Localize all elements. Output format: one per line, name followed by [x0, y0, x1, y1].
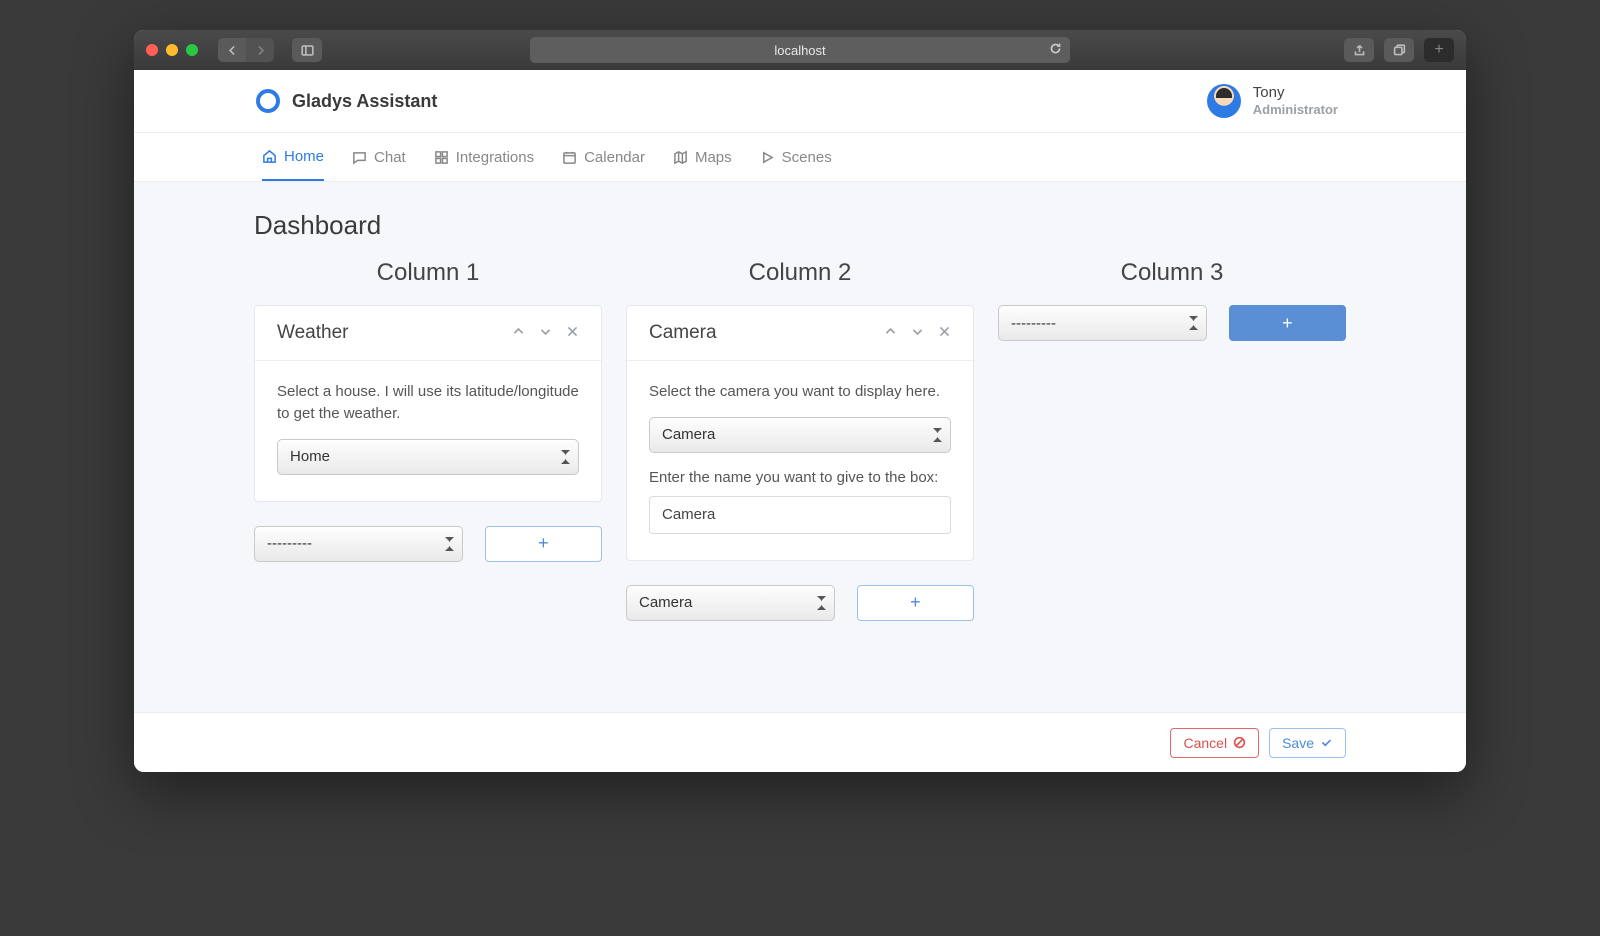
column-2-widget-type-select[interactable]: Camera [626, 585, 835, 621]
browser-url-text: localhost [774, 43, 825, 58]
nav-scenes[interactable]: Scenes [760, 133, 832, 181]
weather-card-title: Weather [277, 322, 348, 344]
column-1-add-button[interactable]: + [485, 526, 602, 562]
nav-home[interactable]: Home [262, 133, 324, 181]
nav-calendar[interactable]: Calendar [562, 133, 645, 181]
tabs-button[interactable] [1384, 38, 1414, 62]
browser-sidebar-toggle[interactable] [292, 38, 322, 62]
check-icon [1320, 736, 1333, 749]
main-nav: Home Chat Integrations Calendar Maps Sce… [234, 133, 1366, 181]
window-maximize-button[interactable] [186, 44, 198, 56]
browser-window: localhost + Gladys Assistant Tony Adm [134, 30, 1466, 772]
home-icon [262, 149, 277, 164]
close-icon[interactable] [938, 325, 951, 341]
browser-forward-button[interactable] [246, 38, 274, 62]
dashboard-column-1: Column 1 Weather Select a house. I will … [254, 259, 602, 621]
window-controls [146, 44, 198, 56]
page-title: Dashboard [254, 210, 1346, 241]
weather-house-select[interactable]: Home [277, 439, 579, 475]
user-name: Tony [1253, 85, 1338, 102]
browser-url-bar[interactable]: localhost [530, 37, 1070, 63]
cancel-icon [1233, 736, 1246, 749]
move-up-icon[interactable] [884, 325, 897, 341]
column-2-title: Column 2 [626, 259, 974, 287]
page-body: Dashboard Column 1 Weather Select [134, 182, 1466, 712]
save-button[interactable]: Save [1269, 728, 1346, 758]
column-2-add-button[interactable]: + [857, 585, 974, 621]
column-1-widget-type-select[interactable]: --------- [254, 526, 463, 562]
move-up-icon[interactable] [512, 325, 525, 341]
grid-icon [434, 150, 449, 165]
camera-name-label: Enter the name you want to give to the b… [649, 469, 951, 486]
column-3-widget-type-select[interactable]: --------- [998, 305, 1207, 341]
weather-card: Weather Select a house. I will use its l… [254, 305, 602, 502]
chat-icon [352, 150, 367, 165]
dashboard-column-2: Column 2 Camera Select the camera you wa… [626, 259, 974, 621]
nav-integrations[interactable]: Integrations [434, 133, 534, 181]
play-icon [760, 150, 775, 165]
app-logo-icon [256, 89, 280, 113]
column-1-title: Column 1 [254, 259, 602, 287]
reload-icon[interactable] [1049, 42, 1062, 58]
column-3-add-button[interactable]: + [1229, 305, 1346, 341]
camera-help-text: Select the camera you want to display he… [649, 381, 951, 403]
camera-card-title: Camera [649, 322, 717, 344]
camera-card: Camera Select the camera you want to dis… [626, 305, 974, 561]
window-minimize-button[interactable] [166, 44, 178, 56]
share-button[interactable] [1344, 38, 1374, 62]
page-footer: Cancel Save [134, 712, 1466, 772]
weather-help-text: Select a house. I will use its latitude/… [277, 381, 579, 425]
browser-titlebar: localhost + [134, 30, 1466, 70]
move-down-icon[interactable] [911, 325, 924, 341]
nav-maps[interactable]: Maps [673, 133, 732, 181]
dashboard-column-3: Column 3 --------- + [998, 259, 1346, 621]
calendar-icon [562, 150, 577, 165]
browser-back-button[interactable] [218, 38, 246, 62]
user-role: Administrator [1253, 102, 1338, 117]
move-down-icon[interactable] [539, 325, 552, 341]
camera-device-select[interactable]: Camera [649, 417, 951, 453]
app-name: Gladys Assistant [292, 91, 437, 112]
user-menu[interactable]: Tony Administrator [1207, 84, 1338, 118]
column-3-title: Column 3 [998, 259, 1346, 287]
close-icon[interactable] [566, 325, 579, 341]
new-tab-button[interactable]: + [1424, 38, 1454, 62]
nav-chat[interactable]: Chat [352, 133, 406, 181]
camera-name-input[interactable] [649, 496, 951, 534]
cancel-button[interactable]: Cancel [1170, 728, 1259, 758]
app-header: Gladys Assistant Tony Administrator [234, 70, 1366, 132]
map-icon [673, 150, 688, 165]
avatar-icon [1207, 84, 1241, 118]
window-close-button[interactable] [146, 44, 158, 56]
